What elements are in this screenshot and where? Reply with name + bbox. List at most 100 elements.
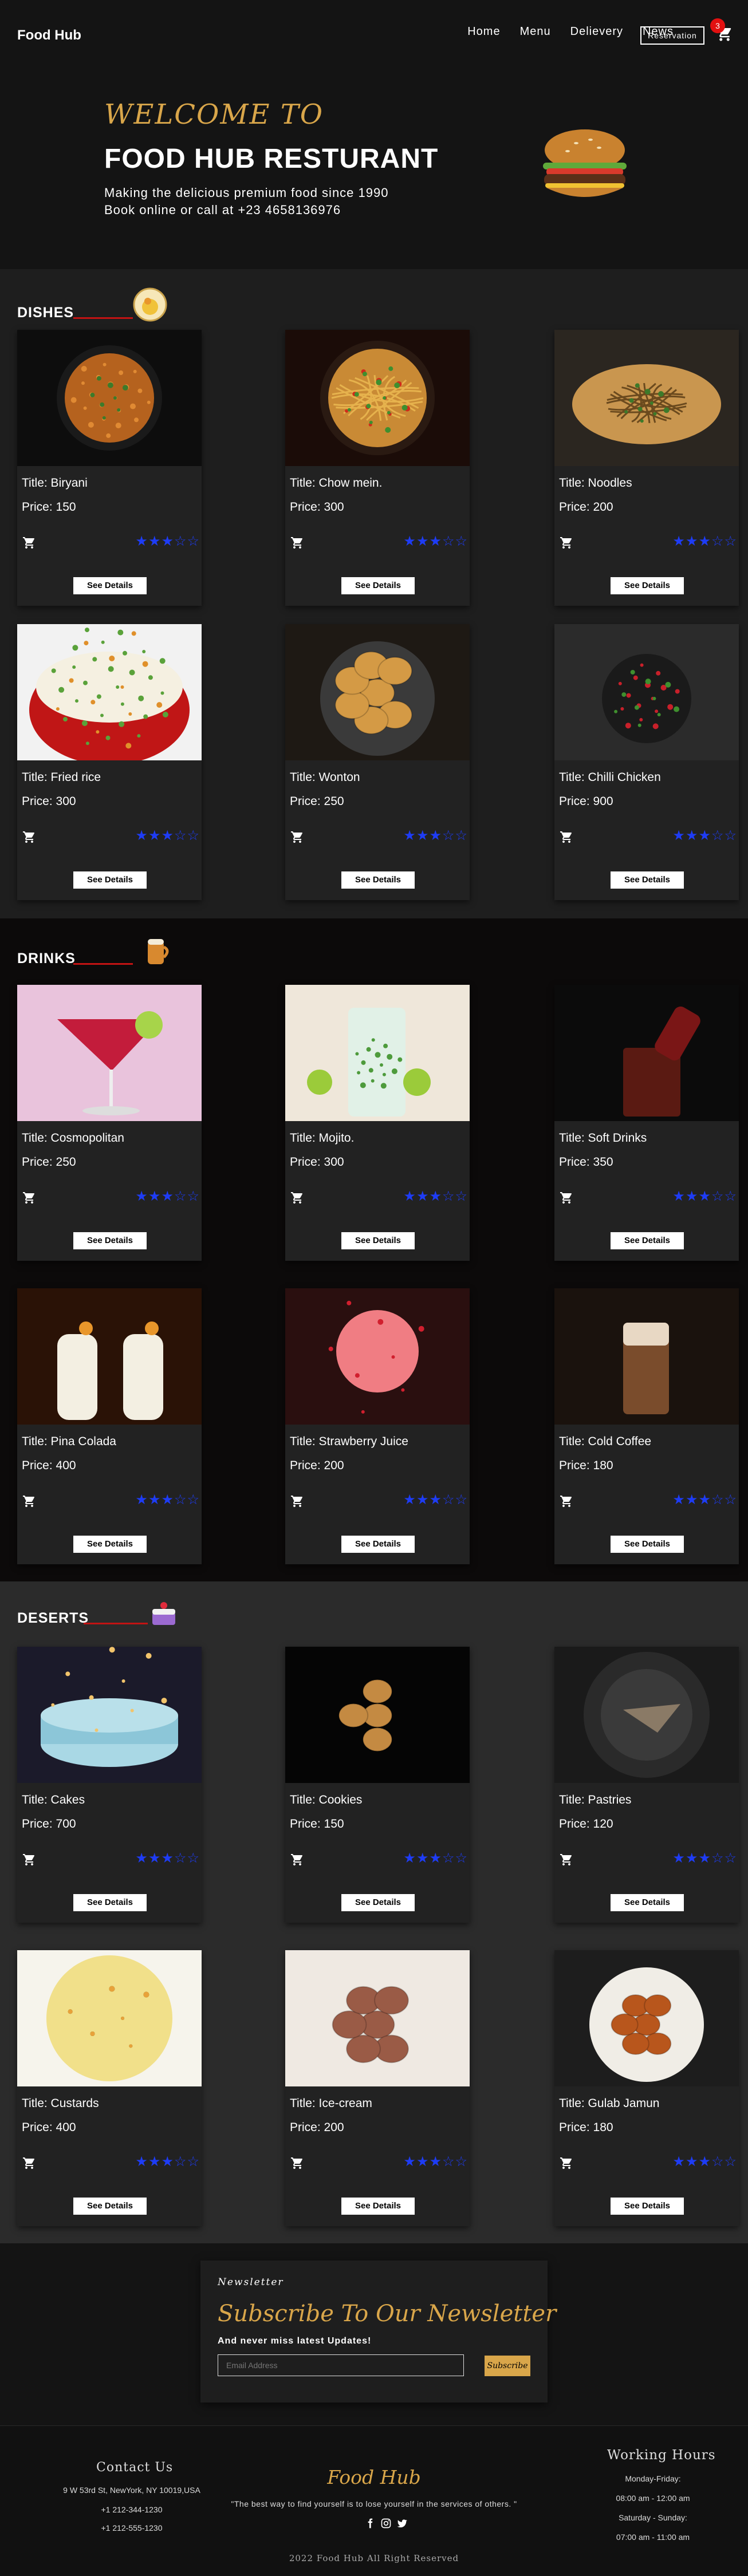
- add-to-cart-icon[interactable]: [290, 1191, 305, 1205]
- star-icon[interactable]: ☆: [187, 828, 199, 844]
- menu-item-image[interactable]: [554, 1950, 739, 2086]
- star-icon[interactable]: ☆: [187, 534, 199, 550]
- star-icon[interactable]: ★: [698, 1492, 711, 1508]
- star-icon[interactable]: ★: [672, 1492, 685, 1508]
- menu-item-image[interactable]: [285, 624, 470, 760]
- star-icon[interactable]: ★: [686, 1492, 698, 1508]
- twitter-icon[interactable]: [396, 2518, 408, 2529]
- star-icon[interactable]: ★: [135, 1851, 148, 1867]
- menu-item-image[interactable]: [17, 1288, 202, 1425]
- star-icon[interactable]: ☆: [724, 534, 737, 550]
- star-icon[interactable]: ☆: [174, 2154, 187, 2170]
- star-icon[interactable]: ☆: [724, 1189, 737, 1205]
- add-to-cart-icon[interactable]: [22, 1853, 37, 1867]
- see-details-button[interactable]: See Details: [611, 2198, 684, 2215]
- add-to-cart-icon[interactable]: [22, 1494, 37, 1508]
- star-icon[interactable]: ★: [672, 534, 685, 550]
- star-icon[interactable]: ★: [429, 1851, 442, 1867]
- star-icon[interactable]: ★: [148, 828, 161, 844]
- menu-item-image[interactable]: [285, 1288, 470, 1425]
- star-icon[interactable]: ★: [403, 2154, 416, 2170]
- see-details-button[interactable]: See Details: [341, 577, 415, 594]
- nav-link-home[interactable]: Home: [467, 25, 500, 38]
- star-icon[interactable]: ★: [672, 828, 685, 844]
- menu-item-image[interactable]: [17, 330, 202, 466]
- star-icon[interactable]: ★: [429, 2154, 442, 2170]
- star-icon[interactable]: ★: [698, 828, 711, 844]
- star-icon[interactable]: ★: [698, 1851, 711, 1867]
- see-details-button[interactable]: See Details: [611, 1894, 684, 1911]
- star-icon[interactable]: ★: [161, 534, 174, 550]
- star-icon[interactable]: ☆: [711, 1851, 724, 1867]
- add-to-cart-icon[interactable]: [559, 2156, 574, 2170]
- reservation-button[interactable]: Reservation: [640, 26, 704, 45]
- see-details-button[interactable]: See Details: [341, 871, 415, 889]
- star-icon[interactable]: ☆: [442, 2154, 455, 2170]
- add-to-cart-icon[interactable]: [559, 830, 574, 844]
- facebook-icon[interactable]: [364, 2518, 376, 2529]
- star-icon[interactable]: ★: [403, 1851, 416, 1867]
- email-field[interactable]: [218, 2354, 464, 2376]
- star-icon[interactable]: ★: [429, 1189, 442, 1205]
- star-icon[interactable]: ★: [698, 534, 711, 550]
- star-icon[interactable]: ★: [672, 2154, 685, 2170]
- star-icon[interactable]: ★: [403, 534, 416, 550]
- star-icon[interactable]: ☆: [711, 1189, 724, 1205]
- star-icon[interactable]: ★: [429, 828, 442, 844]
- star-icon[interactable]: ☆: [724, 1851, 737, 1867]
- add-to-cart-icon[interactable]: [559, 536, 574, 550]
- star-icon[interactable]: ☆: [187, 1492, 199, 1508]
- star-icon[interactable]: ★: [148, 1851, 161, 1867]
- see-details-button[interactable]: See Details: [341, 2198, 415, 2215]
- star-icon[interactable]: ★: [429, 1492, 442, 1508]
- star-icon[interactable]: ☆: [711, 828, 724, 844]
- star-icon[interactable]: ☆: [455, 1189, 467, 1205]
- menu-item-image[interactable]: [554, 1288, 739, 1425]
- add-to-cart-icon[interactable]: [22, 830, 37, 844]
- star-icon[interactable]: ★: [135, 1492, 148, 1508]
- see-details-button[interactable]: See Details: [73, 1536, 147, 1553]
- add-to-cart-icon[interactable]: [22, 1191, 37, 1205]
- see-details-button[interactable]: See Details: [73, 1894, 147, 1911]
- see-details-button[interactable]: See Details: [611, 577, 684, 594]
- star-icon[interactable]: ☆: [174, 1189, 187, 1205]
- nav-link-menu[interactable]: Menu: [520, 25, 551, 38]
- menu-item-image[interactable]: [554, 624, 739, 760]
- star-icon[interactable]: ☆: [455, 828, 467, 844]
- star-icon[interactable]: ★: [686, 1189, 698, 1205]
- star-icon[interactable]: ☆: [442, 1851, 455, 1867]
- star-icon[interactable]: ☆: [187, 1189, 199, 1205]
- star-icon[interactable]: ★: [416, 1492, 429, 1508]
- nav-link-delivery[interactable]: Delievery: [570, 25, 623, 38]
- add-to-cart-icon[interactable]: [22, 2156, 37, 2170]
- add-to-cart-icon[interactable]: [22, 536, 37, 550]
- add-to-cart-icon[interactable]: [290, 2156, 305, 2170]
- star-icon[interactable]: ☆: [455, 1492, 467, 1508]
- add-to-cart-icon[interactable]: [290, 1494, 305, 1508]
- see-details-button[interactable]: See Details: [611, 1232, 684, 1249]
- star-icon[interactable]: ☆: [174, 1851, 187, 1867]
- star-icon[interactable]: ☆: [442, 1492, 455, 1508]
- menu-item-image[interactable]: [285, 1950, 470, 2086]
- star-icon[interactable]: ★: [161, 1189, 174, 1205]
- add-to-cart-icon[interactable]: [559, 1191, 574, 1205]
- star-icon[interactable]: ☆: [724, 828, 737, 844]
- star-icon[interactable]: ★: [148, 534, 161, 550]
- star-icon[interactable]: ☆: [187, 1851, 199, 1867]
- see-details-button[interactable]: See Details: [341, 1536, 415, 1553]
- star-icon[interactable]: ★: [686, 534, 698, 550]
- star-icon[interactable]: ★: [148, 1492, 161, 1508]
- star-icon[interactable]: ★: [686, 1851, 698, 1867]
- star-icon[interactable]: ☆: [711, 2154, 724, 2170]
- star-icon[interactable]: ★: [161, 1851, 174, 1867]
- star-icon[interactable]: ☆: [455, 1851, 467, 1867]
- menu-item-image[interactable]: [554, 985, 739, 1121]
- star-icon[interactable]: ☆: [442, 534, 455, 550]
- star-icon[interactable]: ★: [161, 2154, 174, 2170]
- menu-item-image[interactable]: [17, 1950, 202, 2086]
- menu-item-image[interactable]: [17, 624, 202, 760]
- star-icon[interactable]: ☆: [455, 2154, 467, 2170]
- star-icon[interactable]: ☆: [174, 1492, 187, 1508]
- menu-item-image[interactable]: [17, 1647, 202, 1783]
- star-icon[interactable]: ☆: [174, 828, 187, 844]
